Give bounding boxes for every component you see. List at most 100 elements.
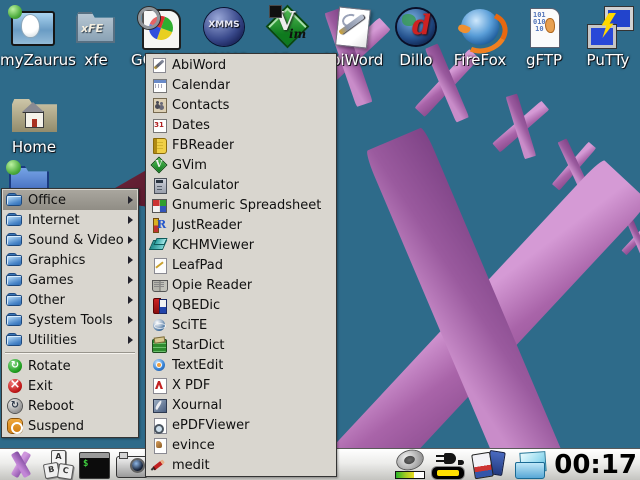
- volume-applet[interactable]: [395, 451, 425, 479]
- submenu-item-label: Gnumeric Spreadsheet: [172, 198, 321, 213]
- xmms-icon: [200, 5, 248, 49]
- submenu-item[interactable]: AbiWord: [147, 55, 335, 75]
- menu-category[interactable]: Sound & Video: [3, 230, 137, 250]
- speaker-icon: [395, 451, 425, 470]
- submenu-item-label: Dates: [172, 118, 210, 133]
- submenu-item[interactable]: JustReader: [147, 215, 335, 235]
- menu-category-label: Other: [28, 293, 65, 308]
- submenu-item[interactable]: Contacts: [147, 95, 335, 115]
- menu-action-label: Rotate: [28, 359, 71, 374]
- submenu-item-label: KCHMViewer: [172, 238, 254, 253]
- submenu-item-label: JustReader: [172, 218, 242, 233]
- submenu-item[interactable]: Dates: [147, 115, 335, 135]
- memory-cards-icon[interactable]: [471, 451, 506, 479]
- submenu-item[interactable]: evince: [147, 435, 335, 455]
- submenu-item-label: StarDict: [172, 338, 225, 353]
- submenu-item[interactable]: KCHMViewer: [147, 235, 335, 255]
- submenu-item[interactable]: Calendar: [147, 75, 335, 95]
- battery-level-bar: [432, 467, 464, 479]
- submenu-item-label: Galculator: [172, 178, 239, 193]
- abiword-desktop-icon: [328, 5, 376, 49]
- submenu-item[interactable]: Gnumeric Spreadsheet: [147, 195, 335, 215]
- x-server-icon[interactable]: [5, 450, 35, 479]
- dillo-icon: [392, 5, 440, 49]
- submenu-item-label: evince: [172, 438, 215, 453]
- menu-category[interactable]: Internet: [3, 210, 137, 230]
- keyboard-icon[interactable]: [42, 450, 72, 479]
- home-icon: [10, 92, 58, 136]
- submenu-item[interactable]: GVim: [147, 155, 335, 175]
- menu-category[interactable]: Games: [3, 270, 137, 290]
- xpdf-icon: [151, 377, 167, 393]
- power-applet[interactable]: [432, 451, 464, 479]
- desktop-icon-label: Home: [2, 139, 66, 155]
- submenu-item[interactable]: LeafPad: [147, 255, 335, 275]
- abiword-icon: [151, 57, 167, 73]
- menu-action-label: Reboot: [28, 399, 74, 414]
- submenu-item[interactable]: SciTE: [147, 315, 335, 335]
- menu-category[interactable]: System Tools: [3, 310, 137, 330]
- menu-category-label: Utilities: [28, 333, 77, 348]
- desktop-icon[interactable]: xfe: [64, 5, 128, 68]
- submenu-item-label: SciTE: [172, 318, 207, 333]
- submenu-arrow-icon: [128, 196, 133, 204]
- desktop-icon-home[interactable]: Home: [2, 92, 66, 155]
- taskbar-launcher-group: [5, 450, 146, 479]
- desktop-icon-label: myZaurus: [0, 52, 64, 68]
- desktop-icon[interactable]: PuTTy: [576, 5, 640, 68]
- stardict-icon: [151, 337, 167, 353]
- submenu-item[interactable]: X PDF: [147, 375, 335, 395]
- submenu-item[interactable]: FBReader: [147, 135, 335, 155]
- desktop-icon-label: FireFox: [448, 52, 512, 68]
- menu-category[interactable]: Utilities: [3, 330, 137, 350]
- menu-category-list: Office Internet Sound & Video: [3, 190, 137, 350]
- camera-icon[interactable]: [116, 450, 146, 479]
- submenu-item-label: TextEdit: [172, 358, 223, 373]
- myzaurus-icon: [8, 5, 56, 49]
- submenu-item-label: GVim: [172, 158, 207, 173]
- terminal-icon[interactable]: [79, 450, 109, 479]
- menu-action-label: Exit: [28, 379, 53, 394]
- submenu-item-label: FBReader: [172, 138, 234, 153]
- menu-action[interactable]: Reboot: [3, 396, 137, 416]
- rotate-icon: [7, 358, 23, 374]
- submenu-arrow-icon: [128, 216, 133, 224]
- reboot-icon: [7, 398, 23, 414]
- submenu-item[interactable]: StarDict: [147, 335, 335, 355]
- leafpad-icon: [151, 257, 167, 273]
- menu-category[interactable]: Other: [3, 290, 137, 310]
- office-submenu: AbiWord Calendar Contacts Dates FBReader: [145, 53, 337, 477]
- folder-icon: [7, 232, 23, 248]
- calendar-icon: [151, 77, 167, 93]
- desktop-icon[interactable]: Dillo: [384, 5, 448, 68]
- submenu-arrow-icon: [128, 296, 133, 304]
- menu-category-label: Internet: [28, 213, 80, 228]
- menu-category-label: Sound & Video: [28, 233, 123, 248]
- documents-icon[interactable]: [513, 452, 547, 478]
- menu-category-label: Games: [28, 273, 73, 288]
- desktop-icon[interactable]: myZaurus: [0, 5, 64, 68]
- submenu-item[interactable]: ePDFViewer: [147, 415, 335, 435]
- menu-action[interactable]: Rotate: [3, 356, 137, 376]
- menu-category[interactable]: Office: [3, 190, 137, 210]
- submenu-item[interactable]: Opie Reader: [147, 275, 335, 295]
- submenu-item[interactable]: Galculator: [147, 175, 335, 195]
- medit-icon: [151, 457, 167, 473]
- desktop-icon-label: xfe: [64, 52, 128, 68]
- xournal-icon: [151, 397, 167, 413]
- submenu-item[interactable]: medit: [147, 455, 335, 475]
- clock[interactable]: 00:17: [554, 450, 637, 480]
- desktop-icon[interactable]: gFTP: [512, 5, 576, 68]
- putty-icon: [584, 5, 632, 49]
- gvim-icon: [151, 157, 167, 173]
- menu-action[interactable]: Exit: [3, 376, 137, 396]
- kchmviewer-icon: [151, 237, 167, 253]
- submenu-item[interactable]: TextEdit: [147, 355, 335, 375]
- submenu-item[interactable]: Xournal: [147, 395, 335, 415]
- menu-category[interactable]: Graphics: [3, 250, 137, 270]
- desktop-icon[interactable]: FireFox: [448, 5, 512, 68]
- system-tray: 00:17: [395, 450, 637, 480]
- submenu-item[interactable]: QBEDic: [147, 295, 335, 315]
- menu-action[interactable]: Suspend: [3, 416, 137, 436]
- gftp-icon: [520, 5, 568, 49]
